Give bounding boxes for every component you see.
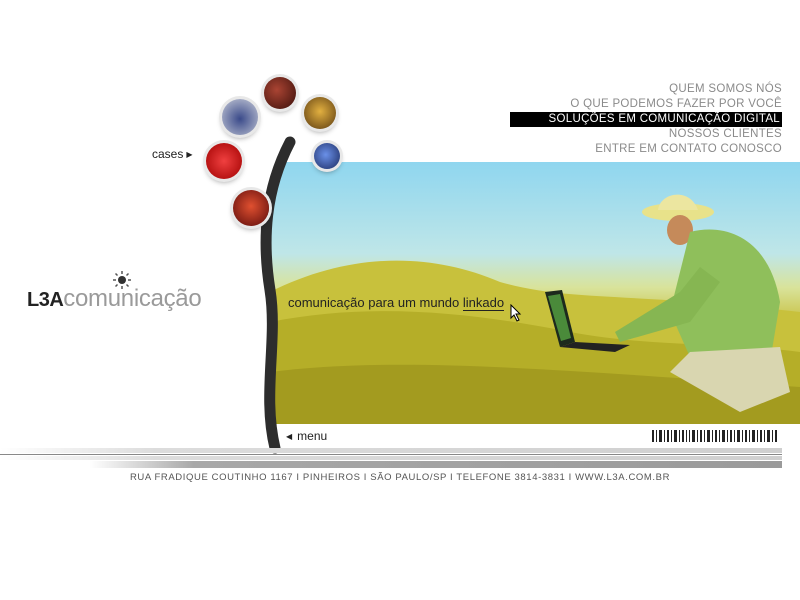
nav-item-quem-somos[interactable]: QUEM SOMOS NÓS (502, 82, 782, 97)
case-thumb-1[interactable] (264, 77, 296, 109)
tagline: comunicação para um mundo linkado (288, 295, 505, 311)
case-thumb-6[interactable] (233, 190, 269, 226)
cases-label: cases (152, 147, 184, 161)
nav-item-solucoes[interactable]: SOLUÇÕES EM COMUNICAÇÃO DIGITAL (510, 112, 782, 127)
play-arrow-icon: ▶ (186, 150, 193, 159)
barcode-graphic (652, 430, 777, 442)
footer-address: RUA FRADIQUE COUTINHO 1167 I PINHEIROS I… (129, 472, 671, 483)
tagline-text: comunicação para um mundo (288, 295, 463, 310)
mouse-cursor-icon (510, 304, 522, 322)
nav-item-o-que-podemos[interactable]: O QUE PODEMOS FAZER POR VOCÊ (502, 97, 782, 112)
cases-link[interactable]: cases ▶ (152, 147, 193, 161)
tagline-link[interactable]: linkado (462, 295, 505, 311)
company-logo: L3Acomunicação (27, 285, 202, 313)
left-arrow-icon: ◀ (286, 432, 293, 441)
logo-l3a: L3A (27, 289, 64, 311)
decorative-bars (0, 448, 782, 468)
menu-label: menu (297, 429, 328, 443)
nav-item-contato[interactable]: ENTRE EM CONTATO CONOSCO (502, 142, 782, 157)
case-thumb-4[interactable] (314, 143, 340, 169)
case-thumb-2[interactable] (222, 99, 258, 135)
main-navigation: QUEM SOMOS NÓS O QUE PODEMOS FAZER POR V… (502, 82, 782, 157)
nav-item-clientes[interactable]: NOSSOS CLIENTES (502, 127, 782, 142)
menu-link[interactable]: ◀ menu (286, 429, 327, 443)
case-thumb-3[interactable] (304, 97, 336, 129)
logo-comunicacao: comunicação (63, 285, 202, 312)
case-thumb-5[interactable] (206, 143, 242, 179)
